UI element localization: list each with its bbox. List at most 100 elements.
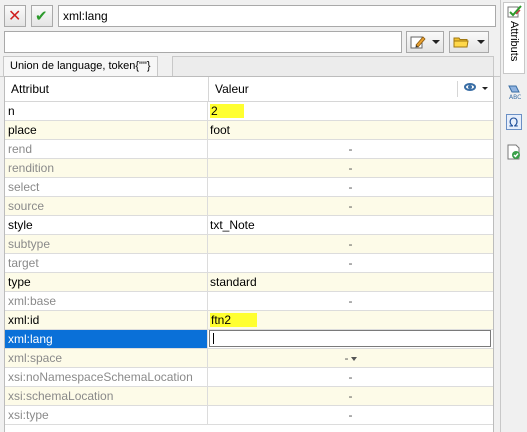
cancel-button[interactable]: ✕ <box>4 5 26 27</box>
attribute-name-cell[interactable]: xsi:noNamespaceSchemaLocation <box>5 368 208 386</box>
accept-button[interactable]: ✔ <box>31 5 53 27</box>
table-row[interactable]: xsi:type - <box>5 406 493 425</box>
attribute-value-cell[interactable]: - <box>208 406 493 424</box>
validate-icon[interactable] <box>506 144 522 160</box>
attribute-value-cell[interactable]: - <box>208 368 493 386</box>
attribute-name-cell[interactable]: rendition <box>5 159 208 177</box>
attribute-name-cell[interactable]: type <box>5 273 208 291</box>
attribute-value-toolbar <box>4 31 496 55</box>
attribute-name-cell[interactable]: target <box>5 254 208 272</box>
type-tab-bar: Union de language, token{""} <box>0 56 500 77</box>
attribute-name-cell[interactable]: xsi:schemaLocation <box>5 387 208 405</box>
attribute-value-cell[interactable]: foot <box>208 121 493 139</box>
attribute-name-toolbar: ✕ ✔ xml:lang <box>4 5 496 29</box>
attribute-value-text: 2 <box>210 104 244 118</box>
attribute-value-cell[interactable]: 2 <box>208 102 493 120</box>
spellcheck-icon[interactable]: ABC <box>506 84 522 100</box>
attributes-panel: ✕ ✔ xml:lang Union de language, token{""… <box>0 0 500 432</box>
unset-value: - <box>348 142 353 156</box>
attribute-value-cell[interactable]: - <box>208 387 493 405</box>
attribute-value-cell[interactable]: - <box>208 197 493 215</box>
unset-value: - <box>348 389 353 403</box>
unset-value: - <box>348 199 353 213</box>
view-filter-button[interactable] <box>461 81 489 97</box>
table-row[interactable]: subtype - <box>5 235 493 254</box>
table-row[interactable]: place foot <box>5 121 493 140</box>
eye-pupil <box>468 85 472 89</box>
attribute-name-cell[interactable]: source <box>5 197 208 215</box>
omega-icon[interactable]: Ω <box>506 114 522 130</box>
attribute-value-cell[interactable]: standard <box>208 273 493 291</box>
attribute-value-text: foot <box>210 123 231 137</box>
attribute-name-cell[interactable]: xml:lang <box>5 330 208 348</box>
chevron-down-icon <box>477 40 485 44</box>
folder-icon <box>453 37 469 48</box>
table-row[interactable]: xml:base - <box>5 292 493 311</box>
table-row[interactable]: style txt_Note <box>5 216 493 235</box>
attribute-name-cell[interactable]: n <box>5 102 208 120</box>
table-row[interactable]: n2 <box>5 102 493 121</box>
column-header-attribute[interactable]: Attribut <box>5 77 209 101</box>
svg-text:ABC: ABC <box>509 94 521 100</box>
table-row[interactable]: rendition - <box>5 159 493 178</box>
attribute-value-text: ftn2 <box>210 313 258 327</box>
tab-empty <box>172 56 494 76</box>
browse-button[interactable] <box>449 31 489 53</box>
edit-value-button[interactable] <box>406 31 444 53</box>
attribute-value-cell[interactable]: - <box>208 140 493 158</box>
attribute-name-cell[interactable]: xsi:type <box>5 406 208 424</box>
unset-value: - <box>348 161 353 175</box>
svg-text:Ω: Ω <box>509 116 518 130</box>
side-panel-bar: Attributs ABC Ω <box>500 0 527 432</box>
chevron-down-icon <box>432 40 440 44</box>
table-row[interactable]: rend - <box>5 140 493 159</box>
table-row[interactable]: target - <box>5 254 493 273</box>
column-header-value[interactable]: Valeur <box>209 77 435 101</box>
attribute-value-cell[interactable]: - <box>208 292 493 310</box>
table-row[interactable]: type standard <box>5 273 493 292</box>
tab-attributes[interactable]: Attributs <box>503 2 525 74</box>
attribute-name-cell[interactable]: xml:space <box>5 349 208 367</box>
attributes-icon <box>507 5 522 18</box>
attributes-table: Attribut Valeur n 2 place foot rend - renditio… <box>4 76 494 432</box>
attribute-value-field[interactable] <box>4 31 402 53</box>
table-row[interactable]: source - <box>5 197 493 216</box>
table-row[interactable]: xsi:schemaLocation - <box>5 387 493 406</box>
attribute-name-field[interactable]: xml:lang <box>58 5 496 27</box>
table-row[interactable]: select - <box>5 178 493 197</box>
table-row[interactable]: xml:space - <box>5 349 493 368</box>
attribute-name-cell[interactable]: select <box>5 178 208 196</box>
attribute-value-cell[interactable]: txt_Note <box>208 216 493 234</box>
table-row[interactable]: xml:lang <box>5 330 493 349</box>
attribute-value-cell[interactable]: - <box>208 235 493 253</box>
attribute-name-cell[interactable]: style <box>5 216 208 234</box>
value-edit-input[interactable] <box>209 330 491 347</box>
table-body: n 2 place foot rend - rendition - select - source -… <box>5 102 493 425</box>
attribute-name-cell[interactable]: rend <box>5 140 208 158</box>
chevron-down-icon[interactable] <box>350 356 357 361</box>
unset-value: - <box>344 351 349 365</box>
table-row[interactable]: xml:id ftn2 <box>5 311 493 330</box>
attribute-name-cell[interactable]: xml:base <box>5 292 208 310</box>
tab-attributes-label: Attributs <box>508 21 520 62</box>
unset-value: - <box>348 408 353 422</box>
table-row[interactable]: xsi:noNamespaceSchemaLocation - <box>5 368 493 387</box>
header-divider <box>457 81 458 97</box>
attribute-value-cell[interactable]: - <box>208 178 493 196</box>
tab-value-type[interactable]: Union de language, token{""} <box>3 56 158 76</box>
attribute-name-cell[interactable]: xml:id <box>5 311 208 329</box>
chevron-down-icon <box>482 87 488 90</box>
attribute-value-cell[interactable] <box>208 330 493 348</box>
check-icon: ✔ <box>35 7 48 25</box>
attribute-name-cell[interactable]: place <box>5 121 208 139</box>
attribute-value-cell[interactable]: - <box>208 159 493 177</box>
unset-value: - <box>348 180 353 194</box>
text-caret <box>213 333 214 344</box>
attribute-value-cell[interactable]: ftn2 <box>208 311 493 329</box>
unset-value: - <box>348 294 353 308</box>
attribute-name-cell[interactable]: subtype <box>5 235 208 253</box>
table-header: Attribut Valeur <box>5 77 493 102</box>
unset-value: - <box>348 256 353 270</box>
attribute-value-cell[interactable]: - <box>208 254 493 272</box>
attribute-value-cell[interactable]: - <box>208 349 493 367</box>
